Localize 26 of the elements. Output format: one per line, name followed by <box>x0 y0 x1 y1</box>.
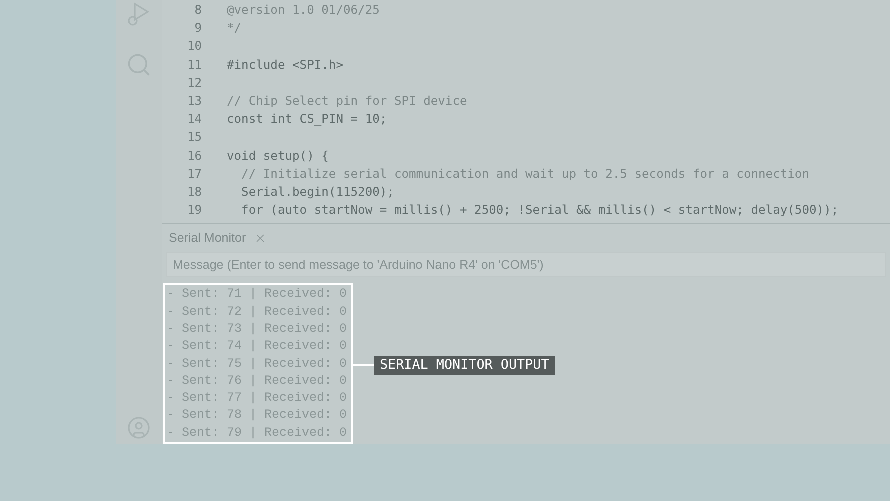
callout-label: SERIAL MONITOR OUTPUT <box>374 356 556 375</box>
line-number: 15 <box>186 129 202 146</box>
code-line: const int CS_PIN = 10; <box>227 111 388 128</box>
line-number: 11 <box>186 56 202 74</box>
code-line: for (auto startNow = millis() + 2500; !Serial && millis() < startNow; delay(500)); <box>240 202 839 220</box>
line-number: 9 <box>194 20 202 38</box>
serial-monitor-tab[interactable]: Serial Monitor <box>169 228 246 248</box>
line-number: 8 <box>194 2 202 20</box>
code-line: Serial.begin(115200); <box>240 184 394 201</box>
debug-icon[interactable] <box>127 2 151 28</box>
code-line: // Chip Select pin for SPI device <box>227 92 468 110</box>
code-line: @version 1.0 01/06/25 <box>227 2 380 20</box>
line-number: 13 <box>186 92 202 110</box>
line-number: 17 <box>186 166 202 183</box>
line-number: 12 <box>186 74 202 92</box>
code-line: void setup() { <box>227 148 329 165</box>
account-icon[interactable] <box>127 416 151 440</box>
code-line: // Initialize serial communication and wait up to 2.5 seconds for a connection <box>240 166 810 183</box>
code-line: */ <box>227 20 242 38</box>
line-number: 16 <box>186 148 202 165</box>
line-number: 14 <box>186 111 202 128</box>
line-number: 10 <box>186 38 202 56</box>
message-field[interactable]: Message (Enter to send message to 'Arduino Nano R4' on 'COM5') <box>166 252 886 278</box>
line-number: 19 <box>186 202 202 220</box>
code-line: #include <SPI.h> <box>227 56 344 74</box>
line-number: 18 <box>186 184 202 201</box>
